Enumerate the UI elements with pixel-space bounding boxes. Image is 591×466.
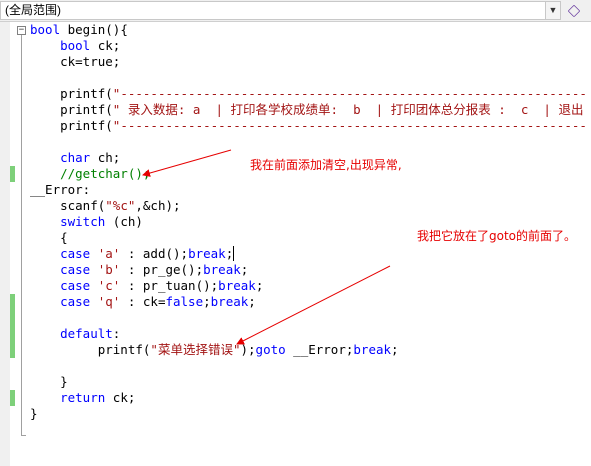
annotation-arrow-getchar: [142, 149, 232, 177]
annotation-arrow-goto: [236, 265, 391, 345]
annotation-arrows: [142, 149, 391, 345]
